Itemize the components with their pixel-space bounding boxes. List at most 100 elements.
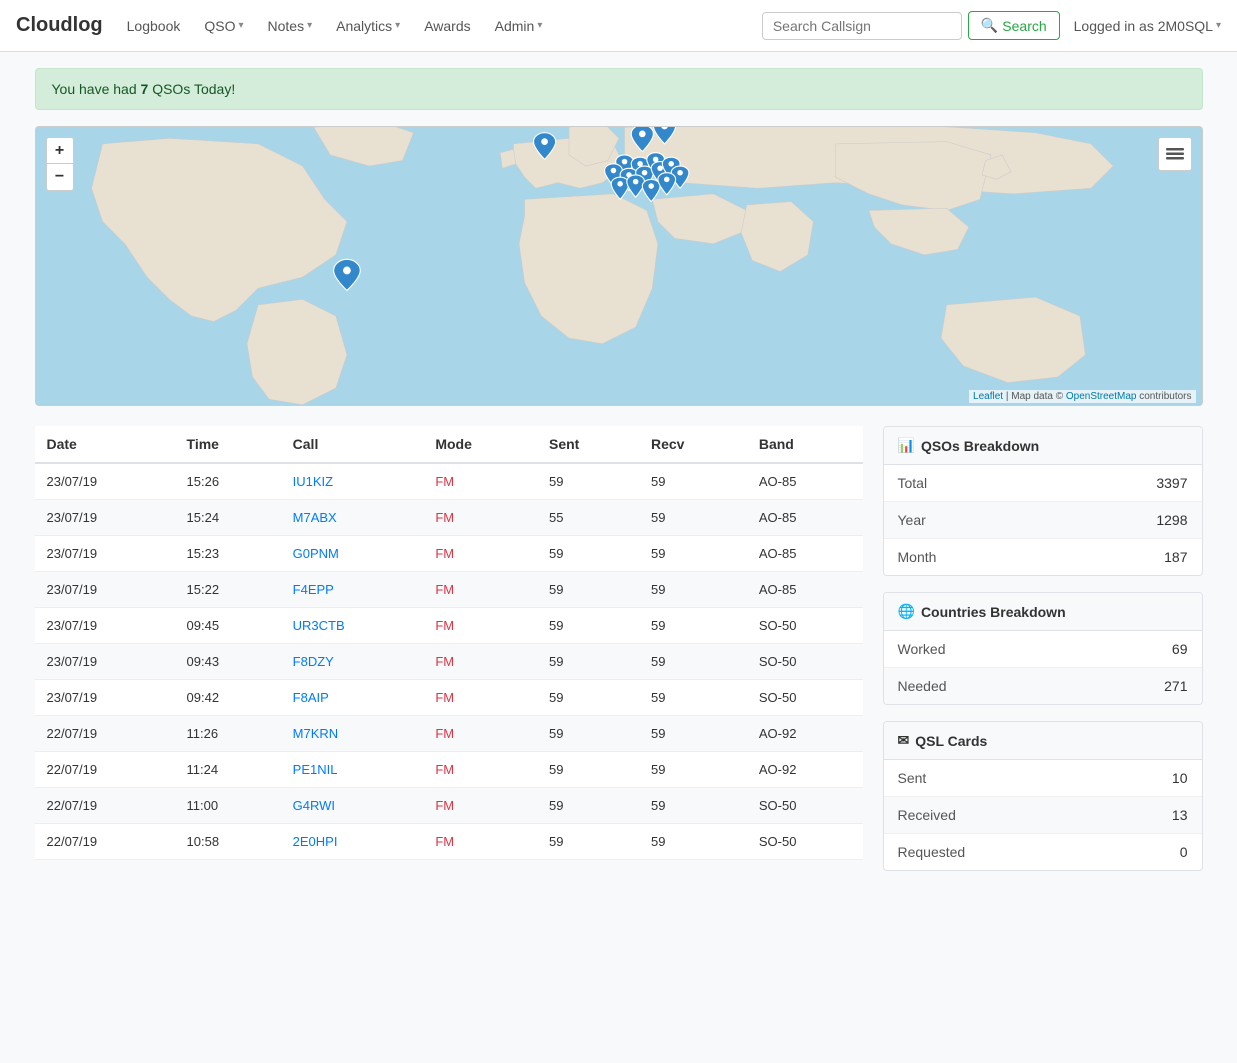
callsign-link[interactable]: PE1NIL (293, 762, 338, 777)
sidebar-row-label: Requested (898, 844, 966, 860)
cell-recv: 59 (639, 608, 747, 644)
table-row: 22/07/19 11:24 PE1NIL FM 59 59 AO-92 (35, 752, 863, 788)
sidebar-row-value: 271 (1164, 678, 1187, 694)
nav-qso[interactable]: QSO ▾ (196, 12, 251, 40)
cell-call: G0PNM (281, 536, 424, 572)
cell-time: 15:22 (175, 572, 281, 608)
callsign-link[interactable]: 2E0HPI (293, 834, 338, 849)
table-row: 23/07/19 15:23 G0PNM FM 59 59 AO-85 (35, 536, 863, 572)
callsign-link[interactable]: F4EPP (293, 582, 334, 597)
qsos-breakdown-card: QSOs Breakdown Total 3397 Year 1298 Mont… (883, 426, 1203, 576)
callsign-link[interactable]: M7ABX (293, 510, 337, 525)
cell-time: 11:24 (175, 752, 281, 788)
cell-time: 09:42 (175, 680, 281, 716)
cell-recv: 59 (639, 500, 747, 536)
user-dropdown-arrow: ▾ (1216, 20, 1221, 31)
callsign-link[interactable]: F8AIP (293, 690, 329, 705)
world-map (36, 127, 1202, 405)
callsign-link[interactable]: M7KRN (293, 726, 339, 741)
countries-breakdown-body: Worked 69 Needed 271 (884, 631, 1202, 704)
mode-value: FM (435, 546, 454, 561)
mode-value: FM (435, 654, 454, 669)
sidebar-row-value: 13 (1172, 807, 1188, 823)
map-zoom-controls: + − (46, 137, 74, 191)
sidebar-row-label: Sent (898, 770, 927, 786)
chart-icon (898, 437, 915, 454)
cell-mode: FM (423, 788, 537, 824)
col-mode: Mode (423, 426, 537, 463)
search-button[interactable]: 🔍 Search (968, 11, 1060, 40)
countries-breakdown-header: Countries Breakdown (884, 593, 1202, 631)
layers-icon (1166, 145, 1184, 163)
search-input[interactable] (762, 12, 962, 40)
globe-icon (898, 603, 915, 620)
cell-time: 15:23 (175, 536, 281, 572)
cell-sent: 59 (537, 572, 639, 608)
cell-sent: 59 (537, 752, 639, 788)
log-table: Date Time Call Mode Sent Recv Band 23/07… (35, 426, 863, 860)
nav-logbook[interactable]: Logbook (119, 12, 189, 40)
osm-link[interactable]: OpenStreetMap (1066, 391, 1137, 402)
cell-recv: 59 (639, 788, 747, 824)
sidebar-row: Month 187 (884, 539, 1202, 575)
admin-dropdown-arrow: ▾ (537, 20, 542, 31)
sidebar-row-label: Received (898, 807, 956, 823)
sidebar-row-value: 1298 (1156, 512, 1187, 528)
cell-sent: 59 (537, 680, 639, 716)
alert-banner: You have had 7 QSOs Today! (35, 68, 1203, 110)
cell-band: AO-85 (747, 572, 863, 608)
qsl-cards-card: QSL Cards Sent 10 Received 13 Requested … (883, 721, 1203, 871)
cell-date: 22/07/19 (35, 788, 175, 824)
zoom-in-button[interactable]: + (47, 138, 73, 164)
cell-mode: FM (423, 608, 537, 644)
mode-value: FM (435, 834, 454, 849)
cell-date: 23/07/19 (35, 572, 175, 608)
cell-recv: 59 (639, 644, 747, 680)
cell-time: 10:58 (175, 824, 281, 860)
leaflet-link[interactable]: Leaflet (973, 391, 1003, 402)
callsign-link[interactable]: G4RWI (293, 798, 335, 813)
map-container: + − Leaflet | Map data © OpenStreetMap c… (35, 126, 1203, 406)
callsign-link[interactable]: G0PNM (293, 546, 339, 561)
qso-dropdown-arrow: ▾ (238, 20, 243, 31)
col-call: Call (281, 426, 424, 463)
map-attribution: Leaflet | Map data © OpenStreetMap contr… (969, 390, 1195, 403)
brand-link[interactable]: Cloudlog (16, 14, 103, 37)
sidebar-row-value: 0 (1180, 844, 1188, 860)
sidebar-row-label: Month (898, 549, 937, 565)
col-recv: Recv (639, 426, 747, 463)
nav-notes[interactable]: Notes ▾ (260, 12, 321, 40)
sidebar-row-label: Total (898, 475, 928, 491)
callsign-link[interactable]: IU1KIZ (293, 474, 333, 489)
cell-mode: FM (423, 644, 537, 680)
search-container: 🔍 Search Logged in as 2M0SQL ▾ (762, 11, 1221, 40)
cell-time: 09:45 (175, 608, 281, 644)
zoom-out-button[interactable]: − (47, 164, 73, 190)
callsign-link[interactable]: UR3CTB (293, 618, 345, 633)
nav-admin[interactable]: Admin ▾ (487, 12, 551, 40)
cell-recv: 59 (639, 824, 747, 860)
mode-value: FM (435, 726, 454, 741)
envelope-icon (898, 732, 910, 749)
table-row: 23/07/19 15:22 F4EPP FM 59 59 AO-85 (35, 572, 863, 608)
cell-time: 11:00 (175, 788, 281, 824)
table-row: 23/07/19 09:45 UR3CTB FM 59 59 SO-50 (35, 608, 863, 644)
nav-analytics[interactable]: Analytics ▾ (328, 12, 408, 40)
table-body: 23/07/19 15:26 IU1KIZ FM 59 59 AO-85 23/… (35, 463, 863, 860)
callsign-link[interactable]: F8DZY (293, 654, 334, 669)
cell-sent: 59 (537, 716, 639, 752)
logged-in-menu[interactable]: Logged in as 2M0SQL ▾ (1074, 18, 1221, 34)
cell-band: AO-85 (747, 536, 863, 572)
cell-band: SO-50 (747, 680, 863, 716)
cell-date: 22/07/19 (35, 752, 175, 788)
cell-time: 11:26 (175, 716, 281, 752)
bottom-section: Date Time Call Mode Sent Recv Band 23/07… (35, 426, 1203, 887)
cell-mode: FM (423, 536, 537, 572)
table-row: 23/07/19 15:26 IU1KIZ FM 59 59 AO-85 (35, 463, 863, 500)
cell-band: AO-85 (747, 500, 863, 536)
table-row: 23/07/19 09:43 F8DZY FM 59 59 SO-50 (35, 644, 863, 680)
map-layers-button[interactable] (1158, 137, 1192, 171)
table-row: 22/07/19 11:00 G4RWI FM 59 59 SO-50 (35, 788, 863, 824)
table-row: 22/07/19 10:58 2E0HPI FM 59 59 SO-50 (35, 824, 863, 860)
nav-awards[interactable]: Awards (416, 12, 478, 40)
